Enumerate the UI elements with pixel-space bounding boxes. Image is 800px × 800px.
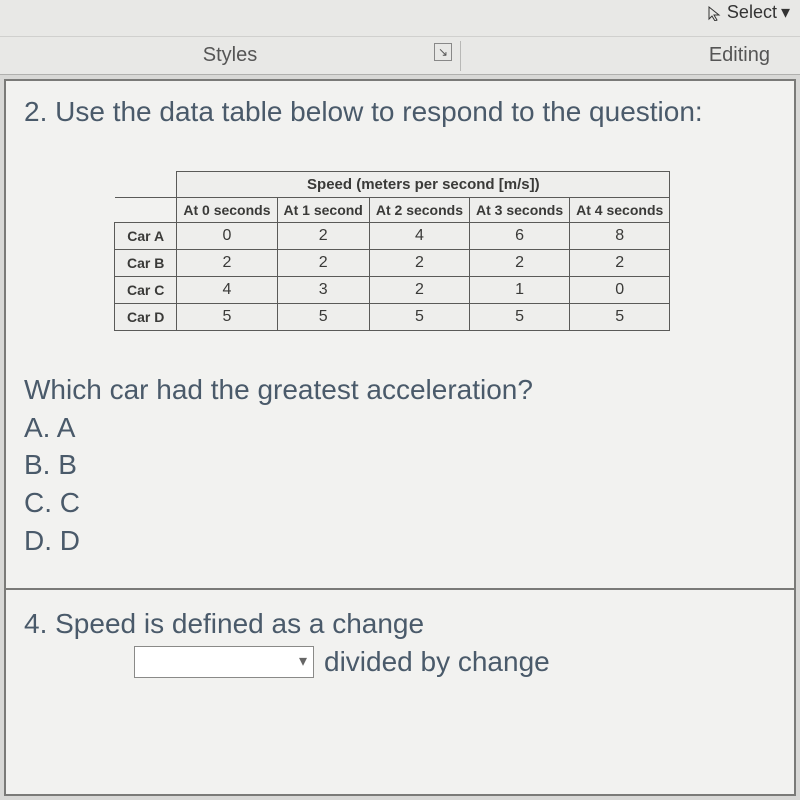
table-cell: 2 bbox=[570, 249, 670, 276]
option-d[interactable]: D. D bbox=[24, 522, 776, 560]
table-cell: 5 bbox=[470, 303, 570, 330]
document-area: 2. Use the data table below to respond t… bbox=[0, 75, 800, 800]
option-a[interactable]: A. A bbox=[24, 409, 776, 447]
table-cell: 0 bbox=[177, 222, 277, 249]
table-span-header: Speed (meters per second [m/s]) bbox=[177, 171, 670, 197]
table-cell: 5 bbox=[369, 303, 469, 330]
table-cell: 8 bbox=[570, 222, 670, 249]
editing-group-label: Editing bbox=[709, 44, 770, 66]
table-corner-blank bbox=[115, 197, 177, 222]
table-corner-blank bbox=[115, 171, 177, 197]
table-col-header: At 2 seconds bbox=[369, 197, 469, 222]
table-cell: 2 bbox=[177, 249, 277, 276]
answer-options: A. A B. B C. C D. D bbox=[24, 409, 776, 560]
table-cell: 2 bbox=[277, 222, 369, 249]
table-cell: 2 bbox=[470, 249, 570, 276]
ribbon-group-editing: Editing bbox=[461, 44, 800, 67]
table-cell: 2 bbox=[369, 249, 469, 276]
speed-data-table: Speed (meters per second [m/s]) At 0 sec… bbox=[114, 171, 670, 331]
styles-group-label: Styles bbox=[203, 44, 257, 66]
table-row: Car D 5 5 5 5 5 bbox=[115, 303, 670, 330]
question-divider bbox=[6, 588, 794, 590]
table-col-header: At 4 seconds bbox=[570, 197, 670, 222]
document-page[interactable]: 2. Use the data table below to respond t… bbox=[4, 79, 796, 796]
table-row: Car C 4 3 2 1 0 bbox=[115, 276, 670, 303]
table-row: Car B 2 2 2 2 2 bbox=[115, 249, 670, 276]
cursor-icon bbox=[707, 5, 723, 21]
table-row-label: Car A bbox=[115, 222, 177, 249]
table-cell: 4 bbox=[177, 276, 277, 303]
table-row-label: Car C bbox=[115, 276, 177, 303]
table-col-header: At 0 seconds bbox=[177, 197, 277, 222]
table-cell: 4 bbox=[369, 222, 469, 249]
table-cell: 5 bbox=[177, 303, 277, 330]
table-col-header: At 1 second bbox=[277, 197, 369, 222]
select-label: Select bbox=[727, 2, 777, 23]
table-cell: 3 bbox=[277, 276, 369, 303]
question-2-prompt: 2. Use the data table below to respond t… bbox=[24, 93, 776, 131]
option-c[interactable]: C. C bbox=[24, 484, 776, 522]
question-4-prompt: 4. Speed is defined as a change bbox=[24, 608, 776, 640]
table-row-label: Car B bbox=[115, 249, 177, 276]
styles-dialog-launcher-icon[interactable]: ↘ bbox=[434, 43, 452, 61]
table-cell: 0 bbox=[570, 276, 670, 303]
question-2-subprompt: Which car had the greatest acceleration? bbox=[24, 371, 776, 409]
question-4-trailing: divided by change bbox=[324, 646, 550, 678]
table-cell: 6 bbox=[470, 222, 570, 249]
table-row: Car A 0 2 4 6 8 bbox=[115, 222, 670, 249]
ribbon-group-styles: Styles ↘ bbox=[0, 44, 460, 67]
answer-dropdown[interactable] bbox=[134, 646, 314, 678]
table-cell: 1 bbox=[470, 276, 570, 303]
chevron-down-icon: ▾ bbox=[781, 2, 790, 23]
table-cell: 5 bbox=[277, 303, 369, 330]
ribbon: Select ▾ Styles ↘ Editing bbox=[0, 0, 800, 75]
table-cell: 5 bbox=[570, 303, 670, 330]
option-b[interactable]: B. B bbox=[24, 446, 776, 484]
select-menu[interactable]: Select ▾ bbox=[707, 2, 790, 23]
table-col-header: At 3 seconds bbox=[470, 197, 570, 222]
table-row-label: Car D bbox=[115, 303, 177, 330]
table-cell: 2 bbox=[369, 276, 469, 303]
table-cell: 2 bbox=[277, 249, 369, 276]
